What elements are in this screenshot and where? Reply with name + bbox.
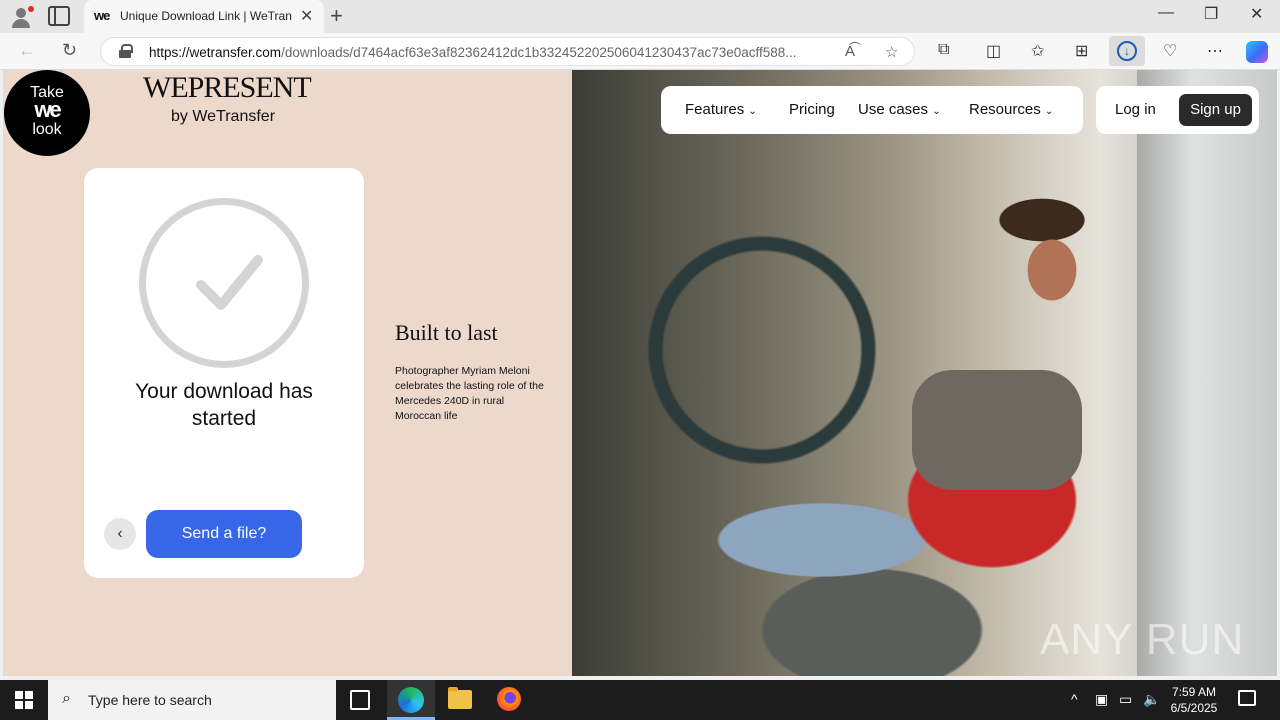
nav-resources[interactable]: Resources ⌄ (969, 101, 1053, 118)
hero-photo (572, 70, 1277, 676)
chevron-up-icon[interactable]: ^ (1071, 691, 1078, 707)
tab-actions-icon[interactable] (48, 6, 70, 26)
search-icon: ⌕ (62, 690, 71, 707)
nav-pricing[interactable]: Pricing (789, 101, 835, 118)
search-placeholder: Type here to search (88, 692, 212, 708)
taskbar-search[interactable]: ⌕ Type here to search (48, 680, 336, 720)
close-window-icon[interactable]: ✕ (1250, 4, 1263, 24)
system-clock[interactable]: 7:59 AM 6/5/2025 (1166, 684, 1222, 716)
close-tab-icon[interactable]: ✕ (300, 6, 313, 26)
wetransfer-favicon-icon: we (94, 8, 110, 23)
active-tab[interactable]: we Unique Download Link | WeTransfer ✕ (84, 0, 324, 33)
wepresent-logo[interactable]: WEPRESENT by WeTransfer (143, 72, 312, 126)
browser-essentials-icon[interactable]: ♡ (1163, 41, 1177, 61)
network-icon[interactable]: ▭ (1119, 691, 1132, 708)
story-description: Photographer Myriam Meloni celebrates th… (395, 365, 544, 422)
auth-nav: Log in Sign up (1096, 86, 1259, 134)
url-bar[interactable]: https://wetransfer.com/downloads/d7464ac… (100, 37, 915, 66)
download-status-title: Your download has started (135, 380, 313, 430)
signup-button[interactable]: Sign up (1179, 94, 1252, 126)
download-card: Your download has started ‹ Send a file? (84, 168, 364, 578)
anyrun-watermark: ANY RUN (1040, 615, 1245, 664)
nav-features[interactable]: Features ⌄ (685, 101, 757, 118)
refresh-icon[interactable]: ↻ (62, 40, 77, 61)
edge-icon (398, 687, 424, 713)
notification-icon[interactable] (1238, 690, 1256, 706)
tab-title: Unique Download Link | WeTransfer (120, 9, 292, 23)
site-nav: Features ⌄ Pricing Use cases ⌄ Resources… (661, 86, 1083, 134)
minimize-icon[interactable]: — (1158, 4, 1174, 22)
taskbar: ⌕ Type here to search ^ ▣ ▭ 🔈 7:59 AM 6/… (0, 680, 1280, 720)
favorites-icon[interactable]: ✩ (1031, 41, 1044, 61)
web-page: Take we look WEPRESENT by WeTransfer You… (3, 70, 1277, 676)
take-we-look-badge[interactable]: Take we look (4, 70, 90, 156)
lock-icon[interactable] (119, 44, 133, 58)
windows-start-icon[interactable] (15, 691, 33, 709)
story-title[interactable]: Built to last (395, 320, 498, 346)
split-screen-icon[interactable]: ◫ (986, 41, 1001, 61)
task-view-icon[interactable] (350, 690, 370, 710)
address-toolbar: ← ↻ https://wetransfer.com/downloads/d74… (0, 33, 1280, 70)
collections-icon[interactable]: ⊞ (1075, 41, 1088, 61)
chevron-down-icon: ⌄ (1044, 106, 1054, 117)
tab-strip: we Unique Download Link | WeTransfer ✕ +… (0, 0, 1280, 33)
check-icon (139, 198, 309, 368)
volume-icon[interactable]: 🔈 (1143, 691, 1160, 708)
favorite-icon[interactable]: ☆ (885, 43, 898, 61)
profile-icon[interactable] (8, 4, 34, 30)
file-explorer-icon[interactable] (448, 687, 472, 709)
extensions-icon[interactable]: ⧉ (938, 41, 949, 59)
new-tab-icon[interactable]: + (330, 3, 343, 29)
restore-icon[interactable]: ❐ (1204, 4, 1218, 24)
nav-use-cases[interactable]: Use cases ⌄ (858, 101, 941, 118)
login-link[interactable]: Log in (1115, 101, 1156, 118)
url-text: https://wetransfer.com/downloads/d7464ac… (149, 45, 797, 60)
downloads-icon[interactable]: ↓ (1109, 36, 1145, 66)
send-file-button[interactable]: Send a file? (146, 510, 302, 558)
firefox-icon[interactable] (497, 687, 521, 711)
page-border-left (0, 70, 3, 676)
usb-icon[interactable]: ▣ (1095, 691, 1108, 708)
chevron-left-icon[interactable]: ‹ (104, 518, 136, 550)
back-icon[interactable]: ← (18, 40, 36, 61)
chevron-down-icon: ⌄ (932, 106, 941, 117)
chevron-down-icon: ⌄ (748, 106, 757, 117)
copilot-icon[interactable] (1246, 41, 1268, 63)
read-aloud-icon[interactable]: A͡ (845, 43, 855, 60)
more-icon[interactable]: ⋯ (1207, 41, 1223, 61)
